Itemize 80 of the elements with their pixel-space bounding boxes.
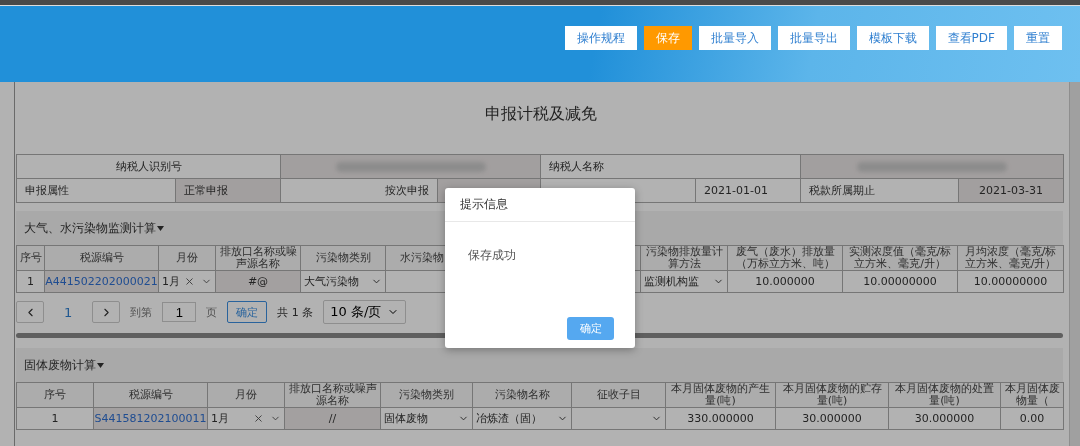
- cell-text: 10.00000000: [973, 275, 1048, 288]
- cell-text: //: [328, 412, 337, 425]
- toolbar-button[interactable]: 模板下载: [856, 26, 929, 50]
- month-value: 1月: [211, 411, 229, 426]
- page-size-select[interactable]: 10 条/页: [323, 300, 407, 324]
- tax-source-link[interactable]: A441502202000021: [45, 275, 158, 288]
- column-header: 排放口名称或噪声源名称: [216, 246, 301, 271]
- dialog-message: 保存成功: [468, 247, 516, 264]
- cell-text: 330.000000: [687, 412, 754, 425]
- select-field[interactable]: 大气污染物: [301, 271, 386, 293]
- next-page-button[interactable]: [92, 301, 121, 323]
- total-count: 共 1 条: [277, 304, 314, 320]
- select-field[interactable]: 1月: [208, 408, 285, 430]
- info-label: 纳税人识别号: [17, 155, 281, 179]
- column-header: 月份: [159, 246, 216, 271]
- goto-label: 到第: [130, 304, 153, 320]
- column-header: 本月固体废物的处置量(吨): [889, 383, 1001, 408]
- prev-page-button[interactable]: [16, 301, 44, 323]
- info-label: 税款所属期止: [801, 179, 959, 203]
- column-header: 本月固体废物的产生量(吨): [666, 383, 776, 408]
- column-header: 税源编号: [94, 383, 208, 408]
- select-field[interactable]: 监测机构监: [641, 271, 728, 293]
- cell-text: #@: [247, 275, 269, 288]
- goto-confirm-button[interactable]: 确定: [227, 301, 268, 323]
- dialog-title: 提示信息: [445, 188, 635, 222]
- section-title[interactable]: 固体废物计算: [24, 356, 104, 374]
- toolbar-button[interactable]: 查看PDF: [935, 26, 1007, 50]
- vertical-scrollbar[interactable]: [1069, 82, 1080, 446]
- page-title: 申报计税及减免: [483, 103, 598, 125]
- toolbar-button[interactable]: 操作规程: [564, 26, 637, 50]
- column-header: 污染物类别: [301, 246, 386, 271]
- cell-text: 1: [27, 275, 34, 288]
- page-input[interactable]: 1: [162, 302, 197, 322]
- info-value: 2021-01-01: [696, 179, 801, 203]
- column-header: 序号: [17, 383, 94, 408]
- select-value: 大气污染物: [304, 274, 359, 289]
- cell-text: 10.00000000: [863, 275, 937, 288]
- column-header: 月份: [208, 383, 285, 408]
- info-label: 申报属性: [17, 179, 176, 203]
- toolbar-button[interactable]: 批量导出: [777, 26, 850, 50]
- cell-text: 1: [51, 412, 59, 425]
- column-header: 实测浓度值（毫克/标立方米、毫克/升）: [843, 246, 958, 271]
- page-unit: 页: [206, 304, 218, 320]
- select-value: 冶炼渣（固）: [476, 411, 542, 426]
- section-title[interactable]: 大气、水污染物监测计算: [24, 219, 164, 237]
- tax-source-link[interactable]: S441581202100011: [94, 412, 207, 425]
- column-header: 本月固体废物量（: [1001, 383, 1064, 408]
- column-header: 征收子目: [572, 383, 666, 408]
- clear-icon[interactable]: [184, 276, 195, 287]
- caret-down-icon: [157, 225, 164, 231]
- info-value: 2021-03-31: [959, 179, 1064, 203]
- column-header: 税源编号: [45, 246, 159, 271]
- toolbar-button[interactable]: 重置: [1014, 26, 1062, 50]
- column-header: 序号: [17, 246, 45, 271]
- select-value: 监测机构监: [644, 274, 699, 289]
- info-value: 正常申报: [176, 179, 281, 203]
- column-header: 污染物名称: [473, 383, 572, 408]
- select-value: 固体废物: [384, 411, 428, 426]
- select-field[interactable]: [572, 408, 666, 430]
- clear-icon[interactable]: [253, 413, 264, 424]
- column-header: 污染物类别: [381, 383, 473, 408]
- column-header: 月均浓度（毫克/标立方米、毫克/升）: [958, 246, 1064, 271]
- column-header: 污染物排放量计算方法: [641, 246, 728, 271]
- info-label: 纳税人名称: [541, 155, 801, 179]
- ok-button[interactable]: 确定: [567, 317, 614, 340]
- caret-down-icon: [97, 362, 104, 368]
- info-label: 按次申报: [281, 179, 438, 203]
- column-header: 废气（废水）排放量（万标立方米、吨）: [728, 246, 843, 271]
- column-header: 本月固体废物的贮存量(吨): [776, 383, 889, 408]
- cell-text: 30.000000: [914, 412, 975, 425]
- toolbar-button[interactable]: 批量导入: [698, 26, 771, 50]
- page-number[interactable]: 1: [54, 304, 83, 320]
- month-value: 1月: [162, 274, 180, 289]
- cell-text: 0.00: [1019, 412, 1045, 425]
- select-field[interactable]: 固体废物: [381, 408, 473, 430]
- cell-text: 30.000000: [802, 412, 862, 425]
- select-field[interactable]: 冶炼渣（固）: [473, 408, 572, 430]
- select-field[interactable]: 1月: [159, 271, 216, 293]
- cell-text: 10.000000: [755, 275, 815, 288]
- column-header: 排放口名称或噪声源名称: [285, 383, 381, 408]
